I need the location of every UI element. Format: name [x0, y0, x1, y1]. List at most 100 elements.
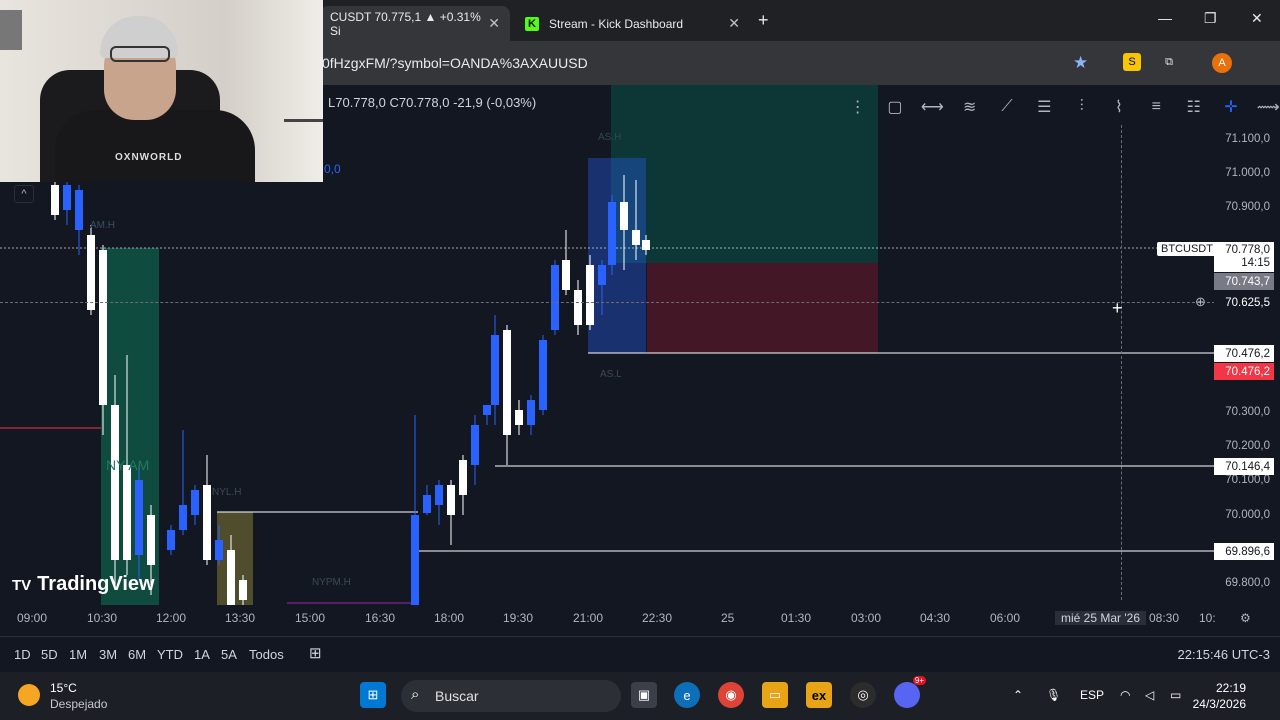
trend-line-tool-icon[interactable]: ⟋ — [995, 95, 1018, 119]
parallel-channel-tool-icon[interactable]: ≋ — [958, 95, 981, 119]
url-text[interactable]: 0fHzgxFM/?symbol=OANDA%3AXAUUSD — [322, 55, 588, 71]
indicator-value: 0,0 — [324, 162, 341, 176]
tab-tradingview[interactable]: CUSDT 70.775,1 ▲ +0.31% Si ✕ — [320, 6, 510, 41]
windows-start-icon[interactable]: ⊞ — [360, 682, 386, 708]
candle-body — [539, 340, 547, 410]
crosshair-tool-icon[interactable]: ✛ — [1219, 95, 1242, 119]
range-all[interactable]: Todos — [249, 647, 284, 662]
path-tool-icon[interactable]: ⌇ — [1107, 95, 1130, 119]
minimize-icon[interactable]: — — [1158, 10, 1172, 26]
fib-tool-icon[interactable]: ☰ — [1033, 95, 1056, 119]
time-tick: 16:30 — [365, 611, 396, 625]
time-tick: 19:30 — [503, 611, 534, 625]
range-3m[interactable]: 3M — [99, 647, 117, 662]
candle-body — [423, 495, 431, 513]
range-1a[interactable]: 1A — [194, 647, 210, 662]
fib-extension-tool-icon[interactable]: ☷ — [1182, 95, 1205, 119]
zigzag-tool-icon[interactable]: ⟿ — [1257, 95, 1280, 119]
candle-body — [63, 185, 71, 210]
bookmark-star-icon[interactable]: ★ — [1073, 53, 1088, 73]
wifi-icon[interactable]: ◠ — [1120, 688, 1130, 702]
close-label: C — [389, 95, 399, 110]
microphone-icon[interactable]: 🎙 — [1046, 688, 1061, 702]
range-5d[interactable]: 5D — [41, 647, 58, 662]
close-tab-icon[interactable]: ✕ — [728, 15, 740, 32]
tab-title: Stream - Kick Dashboard — [549, 16, 684, 31]
price-badge: 70.146,4 — [1214, 458, 1274, 475]
weather-temp[interactable]: 15°C — [50, 681, 77, 695]
tradingview-logo: TV TradingView — [12, 573, 155, 596]
close-tab-icon[interactable]: ✕ — [488, 15, 500, 32]
edge-icon[interactable]: e — [674, 682, 700, 708]
countdown: 14:15 — [1241, 257, 1270, 269]
time-tick: 10: — [1199, 611, 1216, 625]
battery-icon[interactable]: ▭ — [1170, 688, 1181, 702]
chrome-icon[interactable]: ◉ — [718, 682, 744, 708]
candle-body — [491, 335, 499, 405]
search-icon: ⌕ — [411, 686, 420, 703]
task-view-icon[interactable]: ▣ — [631, 682, 657, 708]
price-tick: 70.100,0 — [1225, 474, 1270, 486]
new-tab-button[interactable]: + — [758, 10, 769, 31]
add-alert-icon[interactable]: ⊕ — [1195, 294, 1206, 310]
exness-icon[interactable]: ex — [806, 682, 832, 708]
drag-handle-icon[interactable]: ⋮ — [846, 95, 869, 119]
candle-body — [75, 190, 83, 230]
range-5a[interactable]: 5A — [221, 647, 237, 662]
chart-clock[interactable]: 22:15:46 UTC-3 — [1178, 647, 1271, 662]
candle-body — [598, 265, 606, 285]
obs-icon[interactable]: ◎ — [850, 682, 876, 708]
system-clock[interactable]: 22:19 24/3/2026 — [1193, 680, 1246, 712]
candle-body — [227, 550, 235, 605]
language-indicator[interactable]: ESP — [1080, 688, 1104, 702]
weather-icon[interactable] — [18, 684, 40, 706]
tab-kick[interactable]: K Stream - Kick Dashboard ✕ — [515, 6, 750, 41]
notification-badge: 9+ — [912, 676, 926, 685]
candle-body — [586, 265, 594, 325]
avatar[interactable]: A — [1212, 53, 1232, 73]
close-window-icon[interactable]: ✕ — [1251, 10, 1263, 27]
crosshair-price-badge: 70.625,5 — [1214, 294, 1274, 311]
extension-icon[interactable]: S — [1123, 53, 1141, 71]
candle-body — [527, 400, 535, 425]
time-tick: 13:30 — [225, 611, 256, 625]
discord-icon[interactable]: 9+ — [894, 676, 926, 708]
weather-desc[interactable]: Despejado — [50, 697, 107, 711]
range-6m[interactable]: 6M — [128, 647, 146, 662]
time-tick: 21:00 — [573, 611, 604, 625]
drawing-toolbar: ⋮ ▢ ⟷ ≋ ⟋ ☰ ⫶ ⌇ ≡ ☷ ✛ ⟿ — [840, 87, 1280, 127]
candle-body — [551, 265, 559, 330]
time-tick: 08:30 — [1149, 611, 1180, 625]
time-tick: 10:30 — [87, 611, 118, 625]
rectangle-tool-icon[interactable]: ▢ — [883, 95, 906, 119]
long-position-tool-icon[interactable]: ⫶ — [1070, 95, 1093, 119]
range-1d[interactable]: 1D — [14, 647, 31, 662]
candle-body — [147, 515, 155, 565]
price-badge: 70.743,7 — [1214, 273, 1274, 290]
restore-icon[interactable]: ❐ — [1204, 10, 1217, 27]
price-value: 70.778,0 — [1225, 244, 1270, 256]
screen: CUSDT 70.775,1 ▲ +0.31% Si ✕ K Stream - … — [0, 0, 1280, 720]
range-1m[interactable]: 1M — [69, 647, 87, 662]
settings-gear-icon[interactable]: ⚙ — [1240, 611, 1251, 625]
lines-tool-icon[interactable]: ≡ — [1145, 95, 1168, 119]
tradingview-logo-icon: TV — [12, 577, 32, 594]
price-badge: 70.778,0 14:15 — [1214, 242, 1274, 272]
taskbar-search[interactable]: ⌕ Buscar — [401, 680, 621, 712]
volume-icon[interactable]: ◁ — [1145, 688, 1154, 702]
horizontal-line-tool-icon[interactable]: ⟷ — [921, 95, 944, 119]
session-label: AS.H — [598, 132, 621, 143]
date-range-icon[interactable]: ⊞ — [309, 644, 322, 662]
file-explorer-icon[interactable]: ▭ — [762, 682, 788, 708]
candle-body — [515, 410, 523, 425]
range-ytd[interactable]: YTD — [157, 647, 183, 662]
puzzle-icon[interactable]: ⧉ — [1160, 53, 1178, 71]
candle-body — [471, 425, 479, 465]
candle-body — [411, 515, 419, 605]
low-value: 70.778,0 — [335, 95, 386, 110]
tradingview-wordmark: TradingView — [37, 573, 155, 595]
time-axis[interactable]: 09:00 10:30 12:00 13:30 15:00 16:30 18:0… — [0, 611, 1280, 631]
close-value: 70.778,0 — [398, 95, 450, 110]
collapse-legend-button[interactable]: ^ — [14, 185, 34, 203]
chevron-up-icon[interactable]: ⌃ — [1013, 688, 1023, 702]
